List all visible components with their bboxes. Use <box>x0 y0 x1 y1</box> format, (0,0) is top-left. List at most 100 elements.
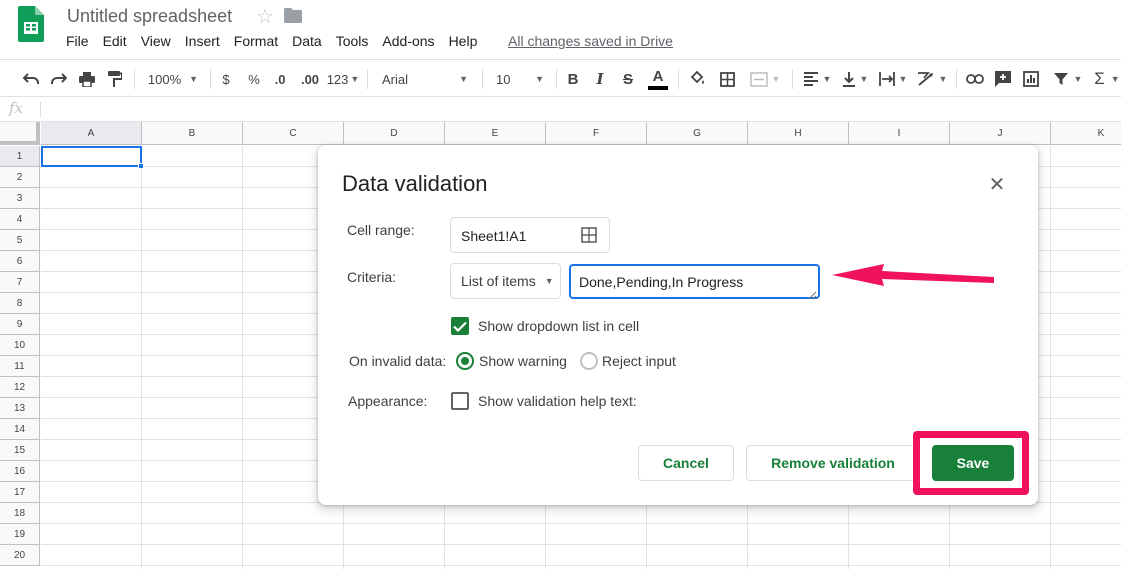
menu-insert[interactable]: Insert <box>185 33 220 51</box>
chevron-down-icon: ▼ <box>822 74 832 84</box>
select-all-corner[interactable] <box>0 122 40 145</box>
menu-help[interactable]: Help <box>449 33 478 51</box>
show-warning-radio[interactable] <box>456 352 474 370</box>
column-header-d[interactable]: D <box>344 122 445 145</box>
star-icon[interactable]: ☆ <box>256 4 274 29</box>
undo-icon[interactable] <box>20 60 42 98</box>
zoom-select[interactable]: 100% ▼ <box>142 60 204 98</box>
vertical-align-icon[interactable]: ▼ <box>838 60 872 98</box>
show-warning-label: Show warning <box>479 353 567 369</box>
percent-format-button[interactable]: % <box>244 60 264 98</box>
column-header-i[interactable]: I <box>849 122 950 145</box>
help-text-checkbox[interactable] <box>451 392 469 410</box>
redo-icon[interactable] <box>48 60 70 98</box>
column-header-h[interactable]: H <box>748 122 849 145</box>
chevron-down-icon: ▼ <box>350 74 360 84</box>
bold-button[interactable]: B <box>563 60 583 98</box>
row-header-18[interactable]: 18 <box>0 503 40 524</box>
insert-link-icon[interactable] <box>964 60 986 98</box>
text-wrapping-icon[interactable]: ▼ <box>876 60 910 98</box>
row-header-2[interactable]: 2 <box>0 167 40 188</box>
row-header-9[interactable]: 9 <box>0 314 40 335</box>
toolbar-divider <box>556 69 557 89</box>
column-header-c[interactable]: C <box>243 122 344 145</box>
row-header-7[interactable]: 7 <box>0 272 40 293</box>
column-header-b[interactable]: B <box>142 122 243 145</box>
select-range-icon[interactable] <box>581 227 597 248</box>
formula-bar[interactable]: fx <box>0 97 1121 122</box>
row-header-8[interactable]: 8 <box>0 293 40 314</box>
row-header-12[interactable]: 12 <box>0 377 40 398</box>
row-header-5[interactable]: 5 <box>0 230 40 251</box>
document-title[interactable]: Untitled spreadsheet <box>67 6 232 27</box>
invalid-data-label: On invalid data: <box>349 353 447 369</box>
row-header-11[interactable]: 11 <box>0 356 40 377</box>
row-header-17[interactable]: 17 <box>0 482 40 503</box>
folder-icon[interactable] <box>284 8 302 28</box>
row-header-10[interactable]: 10 <box>0 335 40 356</box>
list-items-input[interactable] <box>569 264 820 299</box>
resize-grip-icon[interactable] <box>808 287 817 300</box>
horizontal-align-icon[interactable]: ▼ <box>800 60 834 98</box>
font-size-select[interactable]: 10 ▼ <box>490 60 550 98</box>
cell-range-value: Sheet1!A1 <box>461 228 527 244</box>
active-cell-a1[interactable] <box>41 146 142 167</box>
insert-chart-icon[interactable] <box>1020 60 1042 98</box>
fill-color-icon[interactable] <box>686 60 708 98</box>
decrease-decimal-button[interactable]: .0 <box>268 60 292 98</box>
borders-icon[interactable] <box>716 60 738 98</box>
remove-validation-button[interactable]: Remove validation <box>746 445 920 481</box>
text-color-button[interactable]: A <box>646 60 670 98</box>
currency-format-button[interactable]: $ <box>217 60 235 98</box>
cancel-button[interactable]: Cancel <box>638 445 734 481</box>
menu-data[interactable]: Data <box>292 33 322 51</box>
more-formats-button[interactable]: 123 ▼ <box>326 60 360 98</box>
row-header-20[interactable]: 20 <box>0 545 40 566</box>
row-header-15[interactable]: 15 <box>0 440 40 461</box>
font-family-select[interactable]: Arial ▼ <box>376 60 474 98</box>
fill-handle[interactable] <box>138 163 144 169</box>
increase-decimal-button[interactable]: .00 <box>297 60 323 98</box>
functions-button[interactable]: Σ ▼ <box>1092 60 1121 98</box>
print-icon[interactable] <box>76 60 98 98</box>
close-icon[interactable]: ✕ <box>986 173 1008 196</box>
row-header-13[interactable]: 13 <box>0 398 40 419</box>
save-status-link[interactable]: All changes saved in Drive <box>508 33 673 49</box>
menu-addons[interactable]: Add-ons <box>382 33 434 51</box>
chevron-down-icon: ▼ <box>859 74 869 84</box>
menu-tools[interactable]: Tools <box>336 33 369 51</box>
row-header-19[interactable]: 19 <box>0 524 40 545</box>
sheets-logo-icon[interactable] <box>18 6 44 42</box>
text-rotation-icon[interactable]: ▼ <box>914 60 950 98</box>
column-header-f[interactable]: F <box>546 122 647 145</box>
menu-format[interactable]: Format <box>234 33 278 51</box>
menu-edit[interactable]: Edit <box>103 33 127 51</box>
filter-icon[interactable]: ▼ <box>1050 60 1086 98</box>
merge-cells-icon[interactable]: ▼ <box>746 60 784 98</box>
show-dropdown-checkbox[interactable] <box>451 317 469 335</box>
row-header-3[interactable]: 3 <box>0 188 40 209</box>
row-header-1[interactable]: 1 <box>0 146 40 167</box>
column-header-k[interactable]: K <box>1051 122 1121 145</box>
reject-input-radio[interactable] <box>580 352 598 370</box>
chevron-down-icon: ▼ <box>1110 74 1120 84</box>
insert-comment-icon[interactable] <box>992 60 1014 98</box>
dialog-title: Data validation <box>342 171 488 196</box>
save-button[interactable]: Save <box>932 445 1014 481</box>
row-header-16[interactable]: 16 <box>0 461 40 482</box>
column-header-g[interactable]: G <box>647 122 748 145</box>
cell-range-field[interactable]: Sheet1!A1 <box>450 217 610 253</box>
row-header-14[interactable]: 14 <box>0 419 40 440</box>
column-header-e[interactable]: E <box>445 122 546 145</box>
menu-file[interactable]: File <box>66 33 89 51</box>
paint-format-icon[interactable] <box>104 60 126 98</box>
strikethrough-button[interactable]: S <box>618 60 638 98</box>
menu-view[interactable]: View <box>141 33 171 51</box>
criteria-type-select[interactable]: List of items ▼ <box>450 263 561 299</box>
column-header-a[interactable]: A <box>41 122 142 145</box>
row-header-4[interactable]: 4 <box>0 209 40 230</box>
column-header-j[interactable]: J <box>950 122 1051 145</box>
row-header-6[interactable]: 6 <box>0 251 40 272</box>
italic-button[interactable]: I <box>590 60 610 98</box>
cell-range-label: Cell range: <box>347 222 415 238</box>
